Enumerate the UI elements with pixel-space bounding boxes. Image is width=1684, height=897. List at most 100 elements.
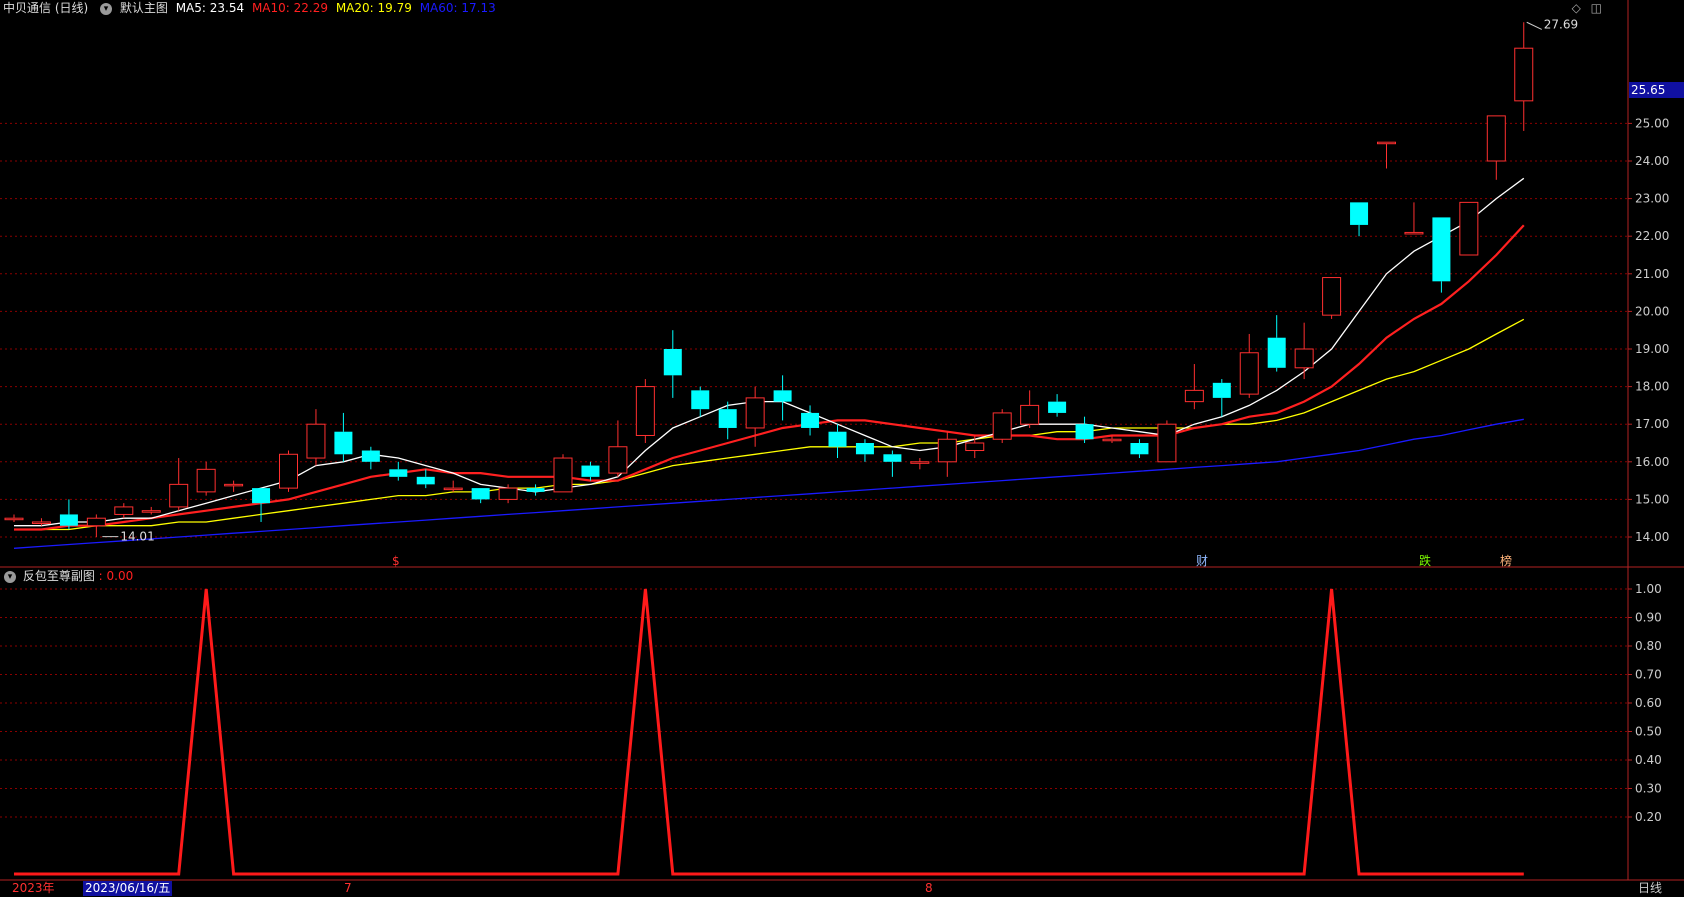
- sub-tick-label: 1.00: [1635, 582, 1662, 596]
- candle-body: [718, 409, 737, 428]
- candle-body: [279, 453, 298, 489]
- top-right-controls: ◇ ◫: [1566, 1, 1602, 15]
- candle-body: [773, 390, 792, 402]
- candle-body: [691, 390, 710, 410]
- price-tick-label: 16.00: [1635, 455, 1669, 469]
- candle-body: [1048, 401, 1067, 413]
- candle-body: [992, 412, 1012, 440]
- candle-body: [1130, 443, 1149, 455]
- sub-tick-label: 0.30: [1635, 782, 1662, 796]
- price-tick-label: 20.00: [1635, 304, 1669, 318]
- sub-tick-label: 0.40: [1635, 753, 1662, 767]
- cursor-date-label: 2023/06/16/五: [83, 881, 173, 896]
- chart-annotations: 27.69 14.01 $ 财 跌 榜: [102, 17, 1578, 568]
- candle-body: [443, 487, 463, 491]
- stock-title[interactable]: 中贝通信 (日线): [3, 1, 88, 15]
- candle-body: [553, 457, 573, 493]
- candle-body: [252, 488, 271, 504]
- sub-chart-header: ▾ 反包至尊副图 : 0.00: [0, 568, 133, 586]
- candle-body: [745, 397, 765, 429]
- candle-body: [801, 412, 820, 428]
- candle-body: [608, 446, 628, 474]
- candle-body: [169, 483, 189, 508]
- candle-body: [828, 431, 847, 447]
- candle-body: [1294, 348, 1314, 369]
- price-tick-label: 23.00: [1635, 192, 1669, 206]
- ma60-line: [13, 418, 1524, 549]
- candle-body: [59, 514, 78, 526]
- candle-body: [361, 450, 380, 462]
- ma5-label: MA5: 23.54: [175, 1, 245, 15]
- candle-body: [910, 461, 930, 464]
- candle-body: [1322, 277, 1342, 316]
- month-label-8: 8: [925, 881, 933, 895]
- template-dropdown-icon[interactable]: ▾: [100, 2, 113, 15]
- candle-body: [1020, 404, 1040, 425]
- price-tick-label: 25.00: [1635, 116, 1669, 130]
- ma20-label: MA20: 19.79: [335, 1, 412, 15]
- high-arrow: [1526, 21, 1542, 30]
- candle-body: [1404, 231, 1424, 235]
- candle-body: [196, 468, 216, 493]
- stock-chart[interactable]: 14.00 15.00 16.00 17.00 18.00 19.00 20.00 21.00…: [0, 0, 1684, 897]
- ma10-label: MA10: 22.29: [251, 1, 328, 15]
- candle-body: [581, 465, 600, 477]
- sub-tick-label: 0.70: [1635, 668, 1662, 682]
- sub-tick-label: 0.80: [1635, 639, 1662, 653]
- candle-body: [1459, 201, 1479, 256]
- price-tick-label: 18.00: [1635, 380, 1669, 394]
- time-axis: 2023年 2023/06/16/五 7 8 日线: [0, 880, 1684, 897]
- candle-body: [141, 510, 161, 513]
- sub-tick-label: 0.50: [1635, 725, 1662, 739]
- high-price-label: 27.69: [1544, 17, 1578, 31]
- candle-body: [1239, 352, 1259, 395]
- candle-body: [1377, 141, 1396, 145]
- candle-body: [937, 438, 957, 463]
- event-marker: 跌: [1419, 553, 1431, 568]
- price-tick-label: 15.00: [1635, 492, 1669, 506]
- candle-body: [663, 349, 682, 376]
- period-label[interactable]: 日线: [1638, 880, 1662, 897]
- candle-body: [1157, 423, 1177, 463]
- candle-body: [1432, 217, 1451, 282]
- diamond-icon[interactable]: ◇: [1572, 1, 1581, 15]
- candle-body: [306, 423, 326, 459]
- price-tick-label: 17.00: [1635, 417, 1669, 431]
- candle-body: [1267, 337, 1286, 368]
- sub-chart-axis: 0.20 0.30 0.40 0.50 0.60 0.70 0.80 0.90 1.00: [1628, 582, 1662, 824]
- sub-chart-value: : 0.00: [98, 569, 134, 583]
- candle-body: [389, 469, 408, 477]
- price-tick-label: 24.00: [1635, 154, 1669, 168]
- event-marker: 榜: [1500, 553, 1512, 568]
- candle-body: [635, 386, 655, 436]
- main-price-axis: 14.00 15.00 16.00 17.00 18.00 19.00 20.00 21.00…: [1628, 116, 1669, 544]
- price-tick-label: 14.00: [1635, 530, 1669, 544]
- sub-tick-label: 0.20: [1635, 810, 1662, 824]
- candle-body: [114, 506, 134, 515]
- candle-body: [224, 483, 244, 487]
- month-label-7: 7: [344, 881, 352, 895]
- candle-body: [31, 521, 51, 524]
- candle-body: [416, 476, 435, 485]
- candle-body: [1184, 389, 1204, 403]
- sub-chart-title[interactable]: 反包至尊副图: [23, 569, 95, 583]
- candle-body: [883, 454, 902, 462]
- price-tick-label: 19.00: [1635, 342, 1669, 356]
- candle-body: [1514, 47, 1534, 102]
- candle-body: [334, 431, 353, 455]
- candle-body: [86, 517, 106, 527]
- price-tick-label: 22.00: [1635, 229, 1669, 243]
- sub-chart-dropdown-icon[interactable]: ▾: [4, 570, 16, 583]
- candle-body: [498, 487, 518, 500]
- event-marker: 财: [1196, 554, 1208, 568]
- candle-body: [1102, 438, 1122, 442]
- ma60-label: MA60: 17.13: [419, 1, 496, 15]
- year-label: 2023年: [12, 881, 55, 895]
- candlestick-series[interactable]: [4, 22, 1534, 537]
- candle-body: [1075, 424, 1094, 440]
- window-toggle-icon[interactable]: ◫: [1591, 1, 1602, 15]
- template-name[interactable]: 默认主图: [120, 1, 168, 15]
- sub-tick-label: 0.60: [1635, 696, 1662, 710]
- candle-body: [1212, 382, 1231, 398]
- main-chart-header: 中贝通信 (日线) ▾ 默认主图 MA5: 23.54 MA10: 22.29 …: [0, 0, 500, 18]
